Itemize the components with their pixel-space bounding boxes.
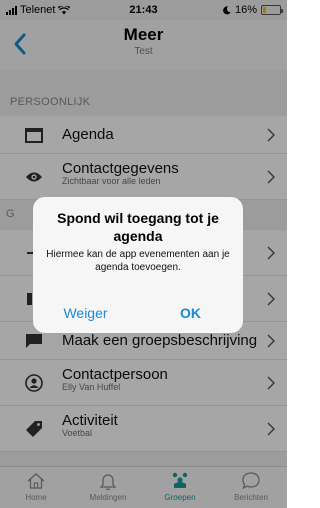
screen: Telenet 21:43 16% Meer Test PERSOONLIJK … [0, 0, 287, 508]
permission-alert: Spond wil toegang tot je agenda Hiermee … [33, 197, 243, 333]
alert-buttons: Weiger OK [33, 293, 243, 333]
ok-button[interactable]: OK [138, 293, 243, 333]
alert-title: Spond wil toegang tot je agenda [57, 210, 219, 244]
deny-button[interactable]: Weiger [33, 293, 138, 333]
alert-message: Hiermee kan de app evenementen aan je ag… [46, 249, 230, 273]
